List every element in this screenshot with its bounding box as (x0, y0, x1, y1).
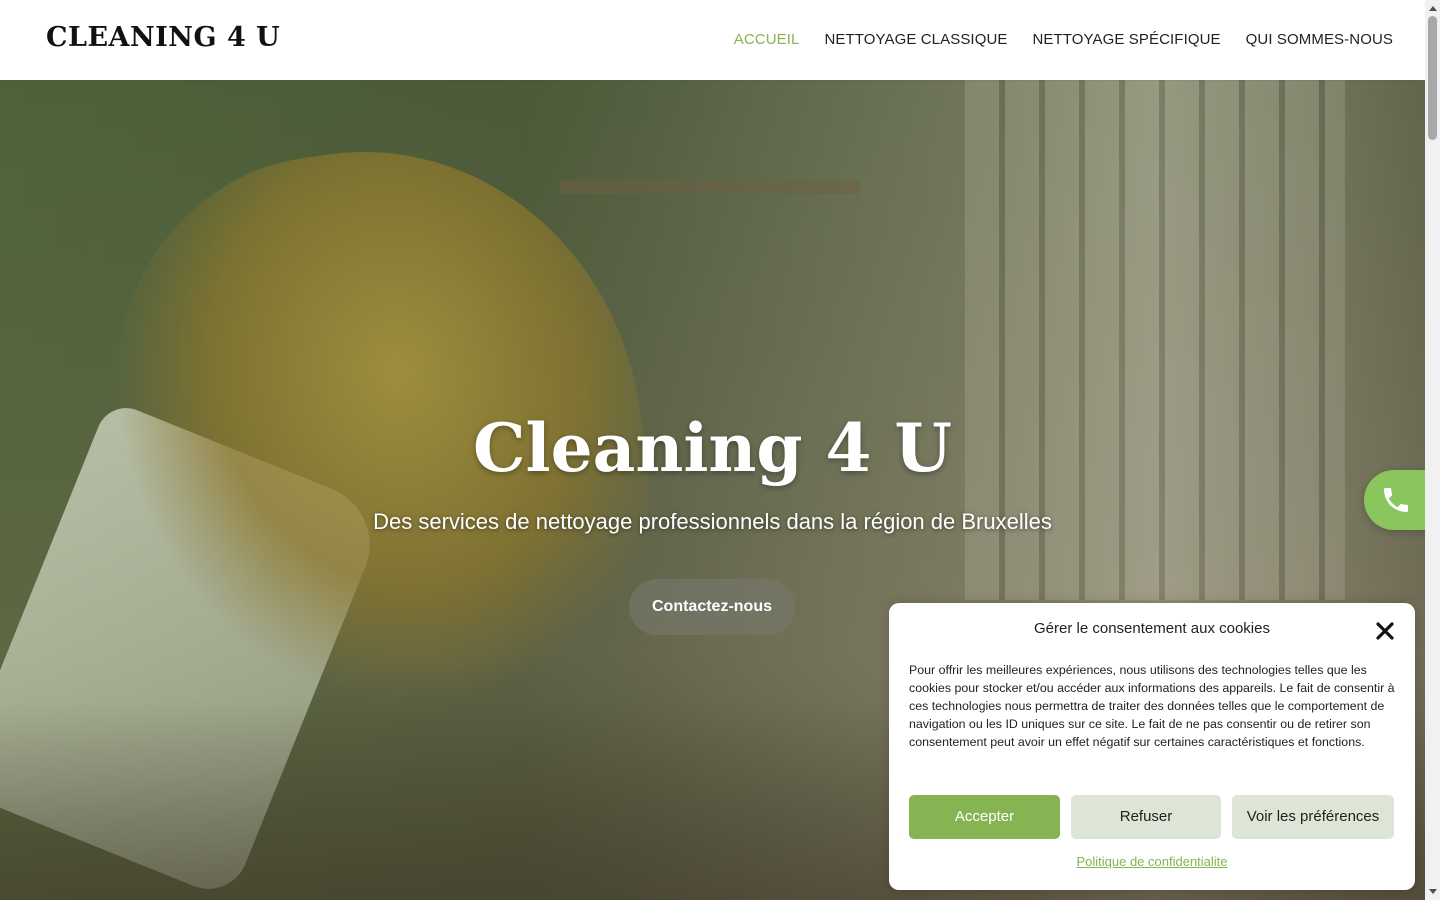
scroll-down-arrow-icon[interactable] (1429, 889, 1437, 894)
hero-shelf (560, 180, 860, 194)
nav-item-nettoyage-classique[interactable]: NETTOYAGE CLASSIQUE (824, 30, 1007, 50)
main-nav: ACCUEIL NETTOYAGE CLASSIQUE NETTOYAGE SP… (709, 30, 1393, 50)
nav-item-accueil[interactable]: ACCUEIL (734, 30, 800, 50)
view-preferences-button[interactable]: Voir les préférences (1232, 795, 1394, 839)
cookie-description: Pour offrir les meilleures expériences, … (909, 663, 1395, 749)
page-scrollbar[interactable] (1425, 0, 1440, 900)
hero-title: Cleaning 4 U (473, 409, 952, 487)
phone-icon (1384, 488, 1408, 512)
close-icon[interactable] (1374, 620, 1396, 642)
nav-item-nettoyage-specifique[interactable]: NETTOYAGE SPÉCIFIQUE (1033, 30, 1221, 50)
scroll-thumb[interactable] (1428, 16, 1437, 140)
site-header: CLEANING 4 U ACCUEIL NETTOYAGE CLASSIQUE… (0, 0, 1425, 80)
contact-button[interactable]: Contactez-nous (629, 579, 795, 635)
privacy-policy-link[interactable]: Politique de confidentialite (889, 854, 1415, 869)
scroll-up-arrow-icon[interactable] (1429, 6, 1437, 11)
refuse-cookies-button[interactable]: Refuser (1071, 795, 1221, 839)
cookie-dialog-title: Gérer le consentement aux cookies (1034, 620, 1270, 637)
site-logo[interactable]: CLEANING 4 U (46, 20, 280, 56)
nav-item-qui-sommes-nous[interactable]: QUI SOMMES-NOUS (1246, 30, 1393, 50)
hero-subtitle: Des services de nettoyage professionnels… (373, 509, 1052, 534)
cookie-consent-dialog: Gérer le consentement aux cookies Pour o… (889, 603, 1415, 890)
accept-cookies-button[interactable]: Accepter (909, 795, 1060, 839)
